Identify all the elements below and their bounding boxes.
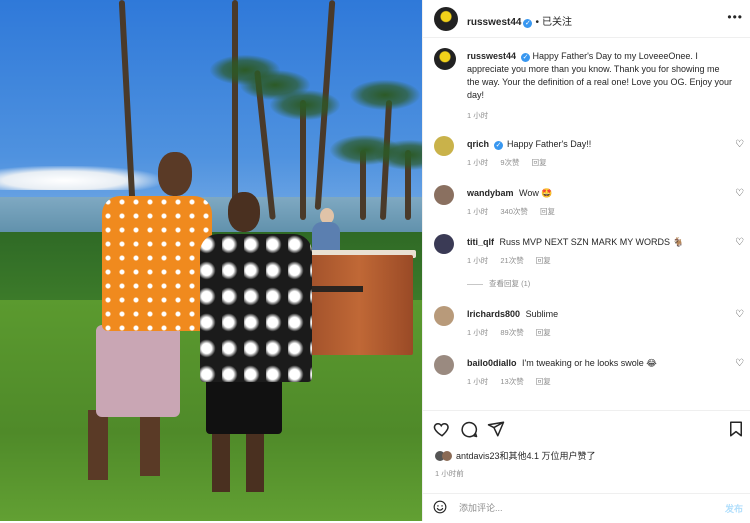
more-options-icon[interactable]: ••• — [727, 10, 743, 24]
comment-meta: 1 小时 89次赞 回复 — [467, 327, 561, 338]
reply-button[interactable]: 回复 — [536, 328, 551, 337]
comment-body: Sublime — [525, 309, 559, 319]
header-user: russwest44 ✓ • 已关注 — [467, 12, 572, 30]
comment-meta: 1 小时 21次赞 回复 — [467, 255, 561, 266]
username[interactable]: titi_qlf — [467, 237, 494, 247]
person-head — [228, 192, 260, 232]
save-bookmark-icon[interactable] — [727, 420, 745, 438]
post-timestamp: 1 小时前 — [435, 469, 464, 478]
username[interactable]: wandybam — [467, 188, 514, 198]
comment-body: Wow 🤩 — [519, 188, 553, 198]
like-count[interactable]: 340次赞 — [500, 207, 528, 216]
avatar[interactable] — [434, 185, 454, 205]
comment-body: Russ MVP NEXT SZN MARK MY WORDS 🐐 — [499, 237, 684, 247]
avatar[interactable] — [434, 136, 454, 156]
like-comment-heart-icon[interactable]: ♡ — [735, 359, 745, 369]
username[interactable]: bailo0diallo — [467, 358, 517, 368]
post-comment-button[interactable]: 发布 — [725, 502, 743, 515]
liked-by-text: antdavis23和其他4.1 万位用户赞了 — [456, 451, 596, 461]
reply-button[interactable]: 回复 — [540, 207, 555, 216]
comment-text: bailo0diallo I'm tweaking or he looks sw… — [467, 357, 729, 370]
like-count[interactable]: 89次赞 — [500, 328, 523, 337]
leg — [212, 430, 230, 492]
liked-by[interactable]: antdavis23和其他4.1 万位用户赞了 — [435, 449, 596, 462]
timestamp: 1 小时 — [467, 158, 489, 167]
share-icon[interactable] — [487, 420, 505, 438]
side-table — [303, 286, 363, 292]
post-photo[interactable] — [0, 0, 422, 521]
comment-icon[interactable] — [460, 420, 478, 438]
verified-icon: ✓ — [494, 141, 504, 150]
timestamp: 1 小时 — [467, 207, 489, 216]
post-sidebar: russwest44 ✓ • 已关注 ••• russwest44 ✓ Happy Fa… — [422, 0, 750, 521]
caption-meta: 1 小时 — [467, 110, 498, 121]
timestamp: 1 小时 — [467, 111, 489, 120]
comment-meta: 1 小时 340次赞 回复 — [467, 206, 565, 217]
post-actions: antdavis23和其他4.1 万位用户赞了 1 小时前 发布 — [423, 410, 750, 522]
comment-meta: 1 小时 9次赞 回复 — [467, 157, 557, 168]
avatar[interactable] — [434, 7, 458, 31]
person-head — [158, 152, 192, 196]
like-comment-heart-icon[interactable]: ♡ — [735, 140, 745, 150]
avatar[interactable] — [434, 234, 454, 254]
like-count[interactable]: 13次赞 — [500, 377, 523, 386]
like-count[interactable]: 21次赞 — [500, 256, 523, 265]
like-comment-heart-icon[interactable]: ♡ — [735, 310, 745, 320]
leg — [246, 430, 264, 492]
username[interactable]: russwest44 — [467, 17, 521, 28]
like-count[interactable]: 9次赞 — [500, 158, 519, 167]
like-comment-heart-icon[interactable]: ♡ — [735, 189, 745, 199]
reply-button[interactable]: 回复 — [536, 377, 551, 386]
comment-box: 发布 — [423, 493, 750, 523]
comment-body: Happy Father's Day!! — [507, 139, 592, 149]
comment-body: I'm tweaking or he looks swole 😂 — [522, 358, 657, 368]
view-replies-button[interactable]: 查看回复 (1) — [467, 278, 530, 289]
username[interactable]: qrich — [467, 139, 489, 149]
verified-icon: ✓ — [521, 53, 531, 62]
separator-dot: • — [535, 17, 539, 28]
black-shorts — [206, 376, 282, 434]
comment-text: lrichards800 Sublime — [467, 308, 729, 321]
caption-text: russwest44 ✓ Happy Father's Day to my Lov… — [467, 50, 733, 102]
palm-frond — [350, 80, 420, 110]
avatar[interactable] — [434, 306, 454, 326]
like-comment-heart-icon[interactable]: ♡ — [735, 238, 745, 248]
leg — [88, 410, 108, 480]
avatar[interactable] — [434, 355, 454, 375]
palm-frond — [270, 90, 340, 120]
following-button[interactable]: 已关注 — [542, 17, 572, 28]
avatar[interactable] — [434, 48, 456, 70]
reply-button[interactable]: 回复 — [532, 158, 547, 167]
verified-icon: ✓ — [523, 19, 533, 28]
timestamp: 1 小时 — [467, 256, 489, 265]
heart-icon[interactable] — [433, 420, 451, 438]
wooden-bar — [305, 255, 413, 355]
floral-shirt — [200, 234, 312, 382]
comments-list[interactable]: russwest44 ✓ Happy Father's Day to my Lov… — [423, 38, 750, 410]
reply-button[interactable]: 回复 — [536, 256, 551, 265]
comment-meta: 1 小时 13次赞 回复 — [467, 376, 561, 387]
palm-tree — [232, 0, 238, 210]
timestamp: 1 小时 — [467, 377, 489, 386]
comment-text: wandybam Wow 🤩 — [467, 187, 729, 200]
username[interactable]: lrichards800 — [467, 309, 520, 319]
comment-input[interactable] — [459, 500, 689, 516]
orange-shirt — [102, 196, 212, 331]
comment-text: qrich ✓ Happy Father's Day!! — [467, 138, 729, 151]
post-header: russwest44 ✓ • 已关注 ••• — [423, 0, 750, 38]
timestamp: 1 小时 — [467, 328, 489, 337]
username[interactable]: russwest44 — [467, 51, 516, 61]
liker-avatar — [442, 451, 452, 461]
emoji-icon[interactable] — [433, 500, 447, 514]
comment-text: titi_qlf Russ MVP NEXT SZN MARK MY WORDS… — [467, 236, 729, 249]
pink-shorts — [96, 325, 180, 417]
cloud — [0, 166, 160, 190]
